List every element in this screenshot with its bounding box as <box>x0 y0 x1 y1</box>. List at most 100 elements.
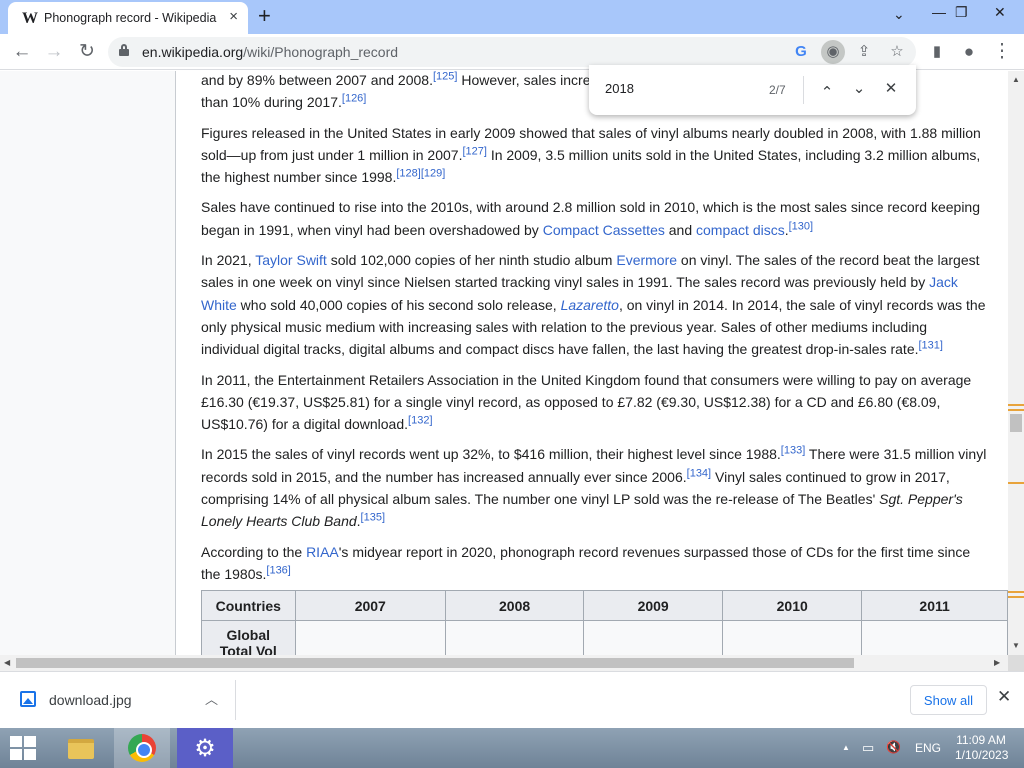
find-match-count: 2/7 <box>769 83 786 97</box>
table-cell <box>722 620 863 655</box>
close-download-shelf-icon[interactable]: ✕ <box>997 687 1011 707</box>
find-close-icon[interactable]: ✕ <box>879 77 903 101</box>
address-bar[interactable]: en.wikipedia.org/wiki/Phonograph_record … <box>108 37 916 67</box>
tab-phonograph-record[interactable]: W Phonograph record - Wikipedia × <box>8 2 248 34</box>
gear-icon: ⚙ <box>194 735 216 762</box>
clock-date: 1/10/2023 <box>955 748 1009 762</box>
lock-icon[interactable] <box>119 44 129 56</box>
find-bar: 2/7 ⌃ ⌄ ✕ <box>589 65 916 115</box>
text: Global <box>226 627 271 643</box>
google-lens-icon[interactable]: ◉ <box>821 40 845 64</box>
show-all-downloads-button[interactable]: Show all <box>910 685 987 715</box>
citation[interactable]: [126] <box>342 93 366 105</box>
horizontal-scroll-thumb[interactable] <box>16 658 854 668</box>
text: sold 102,000 copies of her ninth studio … <box>326 252 617 269</box>
find-match-marker <box>1008 404 1024 406</box>
citation[interactable]: [125] <box>433 71 457 82</box>
vertical-scroll-thumb[interactable] <box>1010 414 1022 432</box>
citation[interactable]: [136] <box>266 564 290 576</box>
citation[interactable]: [132] <box>408 415 432 427</box>
find-previous-icon[interactable]: ⌃ <box>815 81 839 105</box>
find-match-marker <box>1008 409 1024 411</box>
table-cell <box>294 620 447 655</box>
url-text[interactable]: en.wikipedia.org/wiki/Phonograph_record <box>142 44 398 60</box>
minimize-button[interactable]: — <box>932 4 946 20</box>
input-language[interactable]: ENG <box>915 741 941 755</box>
tab-title: Phonograph record - Wikipedia <box>44 11 217 25</box>
profile-avatar-icon[interactable]: ● <box>957 40 981 64</box>
link-evermore[interactable]: Evermore <box>616 252 677 268</box>
table-header-row: Countries 2007 2008 2009 2010 2011 <box>201 590 1008 621</box>
scroll-right-arrow-icon[interactable]: ▶ <box>994 658 1000 667</box>
share-icon[interactable]: ⇪ <box>852 40 876 64</box>
table-header-cell: 2011 <box>861 590 1008 621</box>
file-explorer-taskbar-icon[interactable] <box>52 728 108 768</box>
wikipedia-favicon-icon: W <box>22 10 38 27</box>
table-cell <box>445 620 585 655</box>
chrome-taskbar-icon[interactable] <box>114 728 170 768</box>
reload-button[interactable]: ↻ <box>75 40 99 64</box>
paragraph-us-2009: Figures released in the United States in… <box>201 122 987 189</box>
horizontal-scrollbar[interactable]: ◀ ▶ <box>0 655 1008 671</box>
vertical-scrollbar[interactable]: ▲ ▼ <box>1008 71 1024 655</box>
table-header-cell: Countries <box>201 590 296 621</box>
table-cell <box>583 620 724 655</box>
article-body: and by 89% between 2007 and 2008.[125] H… <box>201 71 987 593</box>
text: In 2021, <box>201 252 256 269</box>
network-icon[interactable]: ▭ <box>862 740 874 756</box>
download-options-chevron-icon[interactable]: ︿ <box>205 689 218 708</box>
tab-search-chevron-icon[interactable]: ⌄ <box>893 6 905 23</box>
citation[interactable]: [131] <box>919 340 943 352</box>
link-lazaretto[interactable]: Lazaretto <box>561 297 619 313</box>
new-tab-button[interactable]: + <box>258 3 271 29</box>
tab-close-icon[interactable]: × <box>229 8 238 25</box>
table-header-cell: 2010 <box>722 590 863 621</box>
citation[interactable]: [130] <box>789 220 813 232</box>
link-riaa[interactable]: RIAA <box>306 544 339 560</box>
bookmark-star-icon[interactable]: ☆ <box>885 40 909 64</box>
show-hidden-icons-caret-icon[interactable]: ▲ <box>842 743 850 752</box>
find-divider <box>803 76 804 104</box>
vinyl-sales-table: Countries 2007 2008 2009 2010 2011 Globa… <box>201 590 1008 655</box>
page-viewport: and by 89% between 2007 and 2008.[125] H… <box>0 71 1008 655</box>
tab-strip: W Phonograph record - Wikipedia × + ⌄ — … <box>0 0 1024 34</box>
close-window-button[interactable]: ✕ <box>994 4 1006 21</box>
find-match-marker <box>1008 482 1024 484</box>
find-match-marker <box>1008 596 1024 598</box>
citation[interactable]: [128][129] <box>396 168 445 180</box>
citation[interactable]: [133] <box>781 445 805 457</box>
taskbar-clock[interactable]: 11:09 AM 1/10/2023 <box>955 733 1009 763</box>
link-compact-cassettes[interactable]: Compact Cassettes <box>543 222 665 238</box>
link-taylor-swift[interactable]: Taylor Swift <box>255 252 327 268</box>
table-header-cell: 2007 <box>294 590 447 621</box>
google-translate-icon[interactable]: G <box>789 40 813 64</box>
text: and by 89% between 2007 and 2008. <box>201 72 433 88</box>
citation[interactable]: [127] <box>462 145 486 157</box>
settings-taskbar-icon[interactable]: ⚙ <box>177 728 233 768</box>
volume-muted-icon[interactable]: 🔇 <box>886 740 901 754</box>
forward-button[interactable]: → <box>42 40 66 64</box>
citation[interactable]: [134] <box>687 467 711 479</box>
text: In 2011, the Entertainment Retailers Ass… <box>201 371 972 433</box>
download-filename[interactable]: download.jpg <box>49 692 132 708</box>
back-button[interactable]: ← <box>10 40 34 64</box>
find-next-icon[interactable]: ⌄ <box>847 77 871 101</box>
table-header-cell: 2009 <box>583 590 724 621</box>
scroll-left-arrow-icon[interactable]: ◀ <box>4 658 10 667</box>
citation[interactable]: [135] <box>361 512 385 524</box>
side-panel-icon[interactable]: ▮ <box>925 40 949 64</box>
scroll-down-arrow-icon[interactable]: ▼ <box>1012 641 1020 650</box>
text: who sold 40,000 copies of his second sol… <box>236 296 561 313</box>
restore-button[interactable]: ❐ <box>955 4 968 21</box>
scrollbar-corner <box>1008 655 1024 671</box>
scroll-up-arrow-icon[interactable]: ▲ <box>1012 75 1020 84</box>
paragraph-riaa-2020: According to the RIAA's midyear report i… <box>201 541 987 586</box>
download-shelf: download.jpg ︿ Show all ✕ <box>0 671 1024 728</box>
start-button[interactable] <box>10 736 38 760</box>
chrome-menu-icon[interactable]: ⋮ <box>990 40 1014 64</box>
text: than 10% during 2017. <box>201 94 342 111</box>
find-input[interactable] <box>605 81 755 96</box>
paragraph-2015: In 2015 the sales of vinyl records went … <box>201 443 987 532</box>
download-item[interactable]: download.jpg ︿ <box>10 680 236 720</box>
link-compact-discs[interactable]: compact discs <box>696 222 785 238</box>
